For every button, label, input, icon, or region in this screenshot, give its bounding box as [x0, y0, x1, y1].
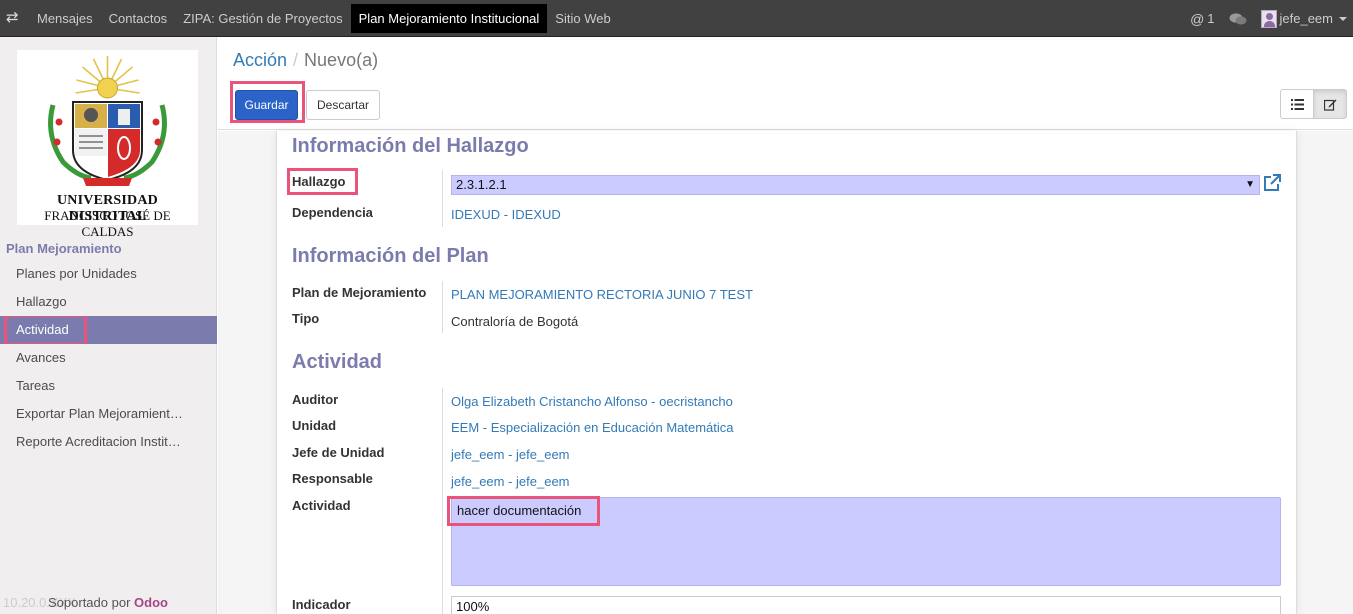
menu-item-mensajes[interactable]: Mensajes — [29, 0, 101, 37]
sidebar-item-actividad[interactable]: Actividad — [0, 316, 217, 344]
tipo-label: Tipo — [292, 311, 320, 326]
mentions-count: 1 — [1207, 11, 1215, 26]
list-view-button[interactable] — [1280, 89, 1314, 119]
sidebar: UNIVERSIDAD DISTRITAL FRANCISCO JOSÉ DE … — [0, 37, 217, 614]
sidebar-item-exportar-plan[interactable]: Exportar Plan Mejoramient… — [0, 400, 217, 428]
form-view-button[interactable] — [1313, 89, 1347, 119]
coat-of-arms-icon — [48, 56, 167, 186]
auditor-label: Auditor — [292, 392, 339, 407]
menu-item-sitio-web[interactable]: Sitio Web — [547, 0, 618, 37]
dependencia-label: Dependencia — [292, 205, 373, 220]
plan-mejoramiento-value[interactable]: PLAN MEJORAMIENTO RECTORIA JUNIO 7 TEST — [451, 287, 753, 302]
jefe-unidad-label: Jefe de Unidad — [292, 445, 385, 460]
sidebar-item-hallazgo[interactable]: Hallazgo — [0, 288, 217, 316]
menu-item-plan-mejoramiento[interactable]: Plan Mejoramiento Institucional — [350, 4, 548, 33]
responsable-value[interactable]: jefe_eem - jefe_eem — [451, 474, 570, 489]
university-logo: UNIVERSIDAD DISTRITAL FRANCISCO JOSÉ DE … — [17, 50, 198, 239]
hallazgo-value: 2.3.1.2.1 — [456, 177, 507, 192]
section-title-hallazgo: Información del Hallazgo — [292, 135, 529, 157]
auditor-value[interactable]: Olga Elizabeth Cristancho Alfonso - oecr… — [451, 394, 733, 409]
avatar — [1260, 9, 1277, 28]
tipo-value: Contraloría de Bogotá — [451, 314, 579, 329]
sidebar-item-avances[interactable]: Avances — [0, 344, 217, 372]
jefe-unidad-value[interactable]: jefe_eem - jefe_eem — [451, 447, 570, 462]
main-menu: Mensajes Contactos ZIPA: Gestión de Proy… — [29, 0, 619, 37]
control-panel: Acción / Nuevo(a) Guardar Descartar — [218, 37, 1353, 130]
save-button[interactable]: Guardar — [235, 90, 298, 120]
actividad-label: Actividad — [292, 498, 351, 513]
chat-button[interactable] — [1229, 12, 1247, 26]
top-navbar: ⇄ Mensajes Contactos ZIPA: Gestión de Pr… — [0, 0, 1353, 37]
breadcrumb: Acción / Nuevo(a) — [233, 50, 378, 71]
breadcrumb-current: Nuevo(a) — [304, 50, 379, 70]
view-switcher — [1280, 89, 1347, 119]
powered-by-text: Soportado por — [48, 595, 135, 610]
plan-mejoramiento-label: Plan de Mejoramiento — [292, 285, 427, 300]
field-divider — [442, 281, 443, 333]
breadcrumb-separator: / — [293, 50, 299, 70]
section-title-actividad: Actividad — [292, 351, 383, 373]
field-divider — [442, 170, 443, 227]
sidebar-section-title: Plan Mejoramiento — [6, 241, 122, 256]
field-divider — [442, 388, 443, 614]
highlight-box — [4, 316, 87, 344]
responsable-label: Responsable — [292, 471, 373, 486]
logo-subtitle: FRANCISCO JOSÉ DE CALDAS — [44, 208, 171, 239]
chevron-down-icon — [1339, 16, 1347, 21]
at-icon: @ — [1190, 10, 1205, 27]
sidebar-item-planes-por-unidades[interactable]: Planes por Unidades — [0, 260, 217, 288]
sidebar-item-tareas[interactable]: Tareas — [0, 372, 217, 400]
highlight-box — [447, 496, 600, 526]
user-name: jefe_eem — [1279, 11, 1333, 26]
external-link-icon[interactable] — [1262, 173, 1282, 193]
list-icon — [1290, 98, 1304, 110]
indicador-label: Indicador — [292, 597, 351, 612]
breadcrumb-accion[interactable]: Acción — [233, 50, 287, 70]
mentions-button[interactable]: @ 1 — [1190, 11, 1214, 27]
caret-down-icon: ▼ — [1245, 179, 1255, 190]
hallazgo-select[interactable]: 2.3.1.2.1 ▼ — [451, 175, 1260, 195]
unidad-value[interactable]: EEM - Especialización en Educación Matem… — [451, 420, 734, 435]
app-switcher-icon[interactable]: ⇄ — [6, 9, 24, 27]
menu-item-contactos[interactable]: Contactos — [101, 0, 176, 37]
user-menu[interactable]: jefe_eem — [1260, 9, 1347, 28]
section-title-plan: Información del Plan — [292, 245, 489, 267]
chat-icon — [1229, 12, 1247, 24]
sidebar-item-reporte-acreditacion[interactable]: Reporte Acreditacion Instit… — [0, 428, 217, 456]
dependencia-value[interactable]: IDEXUD - IDEXUD — [451, 207, 561, 222]
unidad-label: Unidad — [292, 418, 337, 433]
hallazgo-label: Hallazgo — [292, 174, 346, 189]
discard-button[interactable]: Descartar — [306, 90, 380, 120]
edit-icon — [1323, 99, 1336, 111]
indicador-input[interactable]: 100% — [451, 596, 1281, 614]
menu-item-zipa[interactable]: ZIPA: Gestión de Proyectos — [175, 0, 350, 37]
odoo-link[interactable]: Odoo — [134, 595, 168, 610]
